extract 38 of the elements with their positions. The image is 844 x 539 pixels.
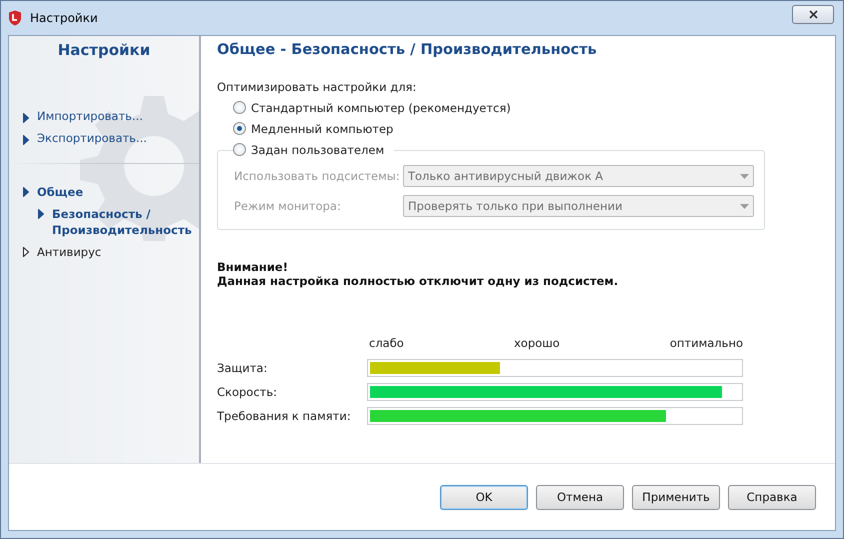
window-title: Настройки xyxy=(30,11,98,25)
warning-text: Данная настройка полностью отключит одну из подсистем. xyxy=(217,274,620,288)
dialog-button[interactable]: Отмена xyxy=(536,484,624,510)
dialog-button[interactable]: OK xyxy=(440,484,528,510)
scale-label: хорошо xyxy=(514,336,560,350)
sidebar-title: Настройки xyxy=(56,41,152,59)
meter-label: Скорость: xyxy=(217,385,278,399)
triangle-icon xyxy=(23,187,29,197)
tree-item[interactable]: Общее xyxy=(23,184,199,200)
close-button[interactable] xyxy=(792,4,834,24)
radio-button[interactable] xyxy=(233,122,246,135)
caret-icon xyxy=(740,204,749,208)
optimize-label: Оптимизировать настройки для: xyxy=(217,80,418,94)
outline-triangle-icon xyxy=(23,247,29,257)
sidebar-link[interactable]: Экспортировать... xyxy=(23,131,199,145)
radio-option[interactable]: Стандартный компьютер (рекомендуется) xyxy=(233,97,819,118)
radio-option[interactable]: Медленный компьютер xyxy=(233,118,819,139)
dialog-button[interactable]: Применить xyxy=(632,484,720,510)
caret-icon xyxy=(740,174,749,178)
tree-item[interactable]: Антивирус xyxy=(23,244,199,260)
meter-label: Требования к памяти: xyxy=(217,409,352,423)
radio-button[interactable] xyxy=(233,143,246,156)
tree-item[interactable]: Безопасность / Производительность xyxy=(38,206,199,238)
scale-label: оптимально xyxy=(670,336,743,350)
field-label: Использовать подсистемы: xyxy=(234,169,401,183)
dialog-button[interactable]: Справка xyxy=(728,484,816,510)
close-icon xyxy=(808,10,818,18)
triangle-icon xyxy=(23,134,29,144)
shield-icon xyxy=(8,10,22,26)
page-title: Общее - Безопасность / Производительность xyxy=(217,42,598,58)
scale-label: слабо xyxy=(369,336,404,350)
sidebar-link[interactable]: Импортировать... xyxy=(23,109,199,123)
triangle-icon xyxy=(38,209,44,219)
meter-label: Защита: xyxy=(217,361,268,375)
field-label: Режим монитора: xyxy=(234,199,342,213)
triangle-icon xyxy=(23,112,29,122)
radio-button[interactable] xyxy=(233,101,246,114)
warning-title: Внимание! xyxy=(217,260,289,274)
